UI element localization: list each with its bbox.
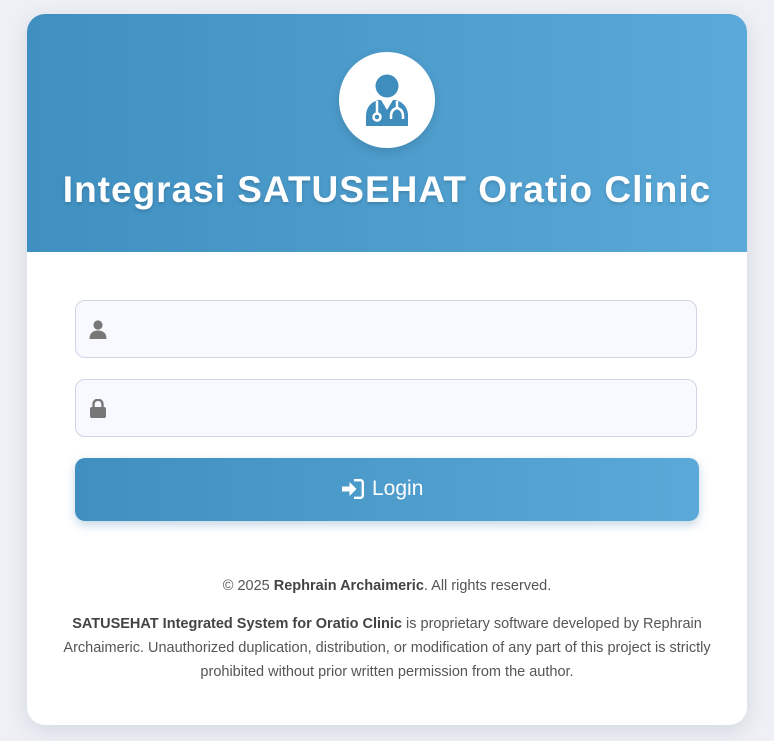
copyright-text: © 2025 Rephrain Archaimeric. All rights …	[41, 576, 733, 596]
copyright-prefix: © 2025	[222, 578, 274, 594]
doctor-icon	[366, 74, 408, 126]
footer: © 2025 Rephrain Archaimeric. All rights …	[41, 576, 733, 684]
login-button[interactable]: Login	[75, 458, 699, 521]
password-input[interactable]	[122, 380, 686, 438]
avatar	[339, 52, 435, 148]
sign-in-icon	[342, 479, 364, 499]
notice-product-name: SATUSEHAT Integrated System for Oratio C…	[72, 616, 402, 632]
legal-notice: SATUSEHAT Integrated System for Oratio C…	[41, 612, 733, 684]
user-icon	[89, 320, 107, 339]
username-field[interactable]	[75, 300, 697, 359]
page-title: Integrasi SATUSEHAT Oratio Clinic	[62, 169, 712, 210]
login-button-label: Login	[372, 477, 424, 500]
login-header: Integrasi SATUSEHAT Oratio Clinic	[27, 14, 747, 252]
copyright-author: Rephrain Archaimeric	[273, 578, 424, 594]
copyright-suffix: . All rights reserved.	[423, 578, 552, 594]
username-input[interactable]	[122, 301, 686, 359]
password-field[interactable]	[75, 379, 697, 438]
lock-icon	[90, 399, 106, 418]
login-card: Integrasi SATUSEHAT Oratio Clinic Login …	[27, 14, 747, 725]
